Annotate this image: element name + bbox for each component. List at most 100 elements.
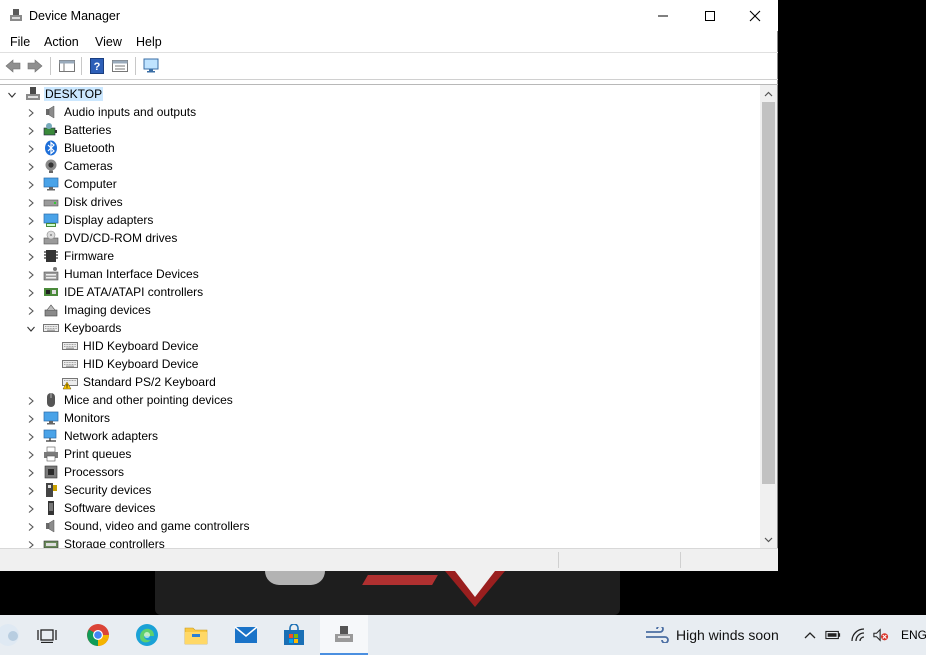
- tree-category-imaging-devices[interactable]: Imaging devices: [0, 301, 760, 319]
- chevron-right-icon[interactable]: [26, 431, 36, 441]
- tree-category-disk-drives[interactable]: Disk drives: [0, 193, 760, 211]
- title-bar[interactable]: Device Manager: [0, 0, 778, 31]
- edge-taskbar-button[interactable]: [127, 619, 167, 651]
- chevron-right-icon[interactable]: [26, 503, 36, 513]
- menu-view[interactable]: View: [95, 35, 122, 49]
- display-adapter-icon: [43, 212, 59, 228]
- tree-category-network-adapters[interactable]: Network adapters: [0, 427, 760, 445]
- chevron-right-icon[interactable]: [26, 251, 36, 261]
- properties-icon: [112, 60, 128, 72]
- task-view-button[interactable]: [27, 619, 67, 651]
- tree-item-label: Print queues: [64, 447, 132, 461]
- network-adapter-icon: [43, 428, 59, 444]
- chevron-right-icon[interactable]: [26, 305, 36, 315]
- chevron-right-icon[interactable]: [26, 179, 36, 189]
- tree-category-monitors[interactable]: Monitors: [0, 409, 760, 427]
- minimize-button[interactable]: [640, 0, 686, 31]
- chevron-right-icon[interactable]: [26, 395, 36, 405]
- tree-category-ide-ata-atapi-controllers[interactable]: IDE ATA/ATAPI controllers: [0, 283, 760, 301]
- help-button[interactable]: ?: [88, 57, 106, 75]
- chevron-right-icon[interactable]: [26, 269, 36, 279]
- menu-help[interactable]: Help: [136, 35, 162, 49]
- tree-category-computer[interactable]: Computer: [0, 175, 760, 193]
- tree-category-display-adapters[interactable]: Display adapters: [0, 211, 760, 229]
- tree-category-keyboards[interactable]: Keyboards: [0, 319, 760, 337]
- mouse-icon: [43, 392, 59, 408]
- chrome-taskbar-button[interactable]: [78, 619, 118, 651]
- chevron-down-icon[interactable]: [26, 323, 36, 333]
- scan-hardware-changes-button[interactable]: [143, 57, 161, 75]
- menu-file[interactable]: File: [10, 35, 30, 49]
- chevron-right-icon[interactable]: [26, 233, 36, 243]
- tree-category-sound-video-and-game-controllers[interactable]: Sound, video and game controllers: [0, 517, 760, 535]
- chevron-right-icon[interactable]: [26, 413, 36, 423]
- mail-taskbar-button[interactable]: [226, 619, 266, 651]
- tree-category-security-devices[interactable]: Security devices: [0, 481, 760, 499]
- keyboard-icon: [43, 320, 59, 336]
- store-bag-icon: [284, 624, 304, 645]
- network-tray-button[interactable]: [851, 627, 867, 643]
- tree-category-dvd-cd-rom-drives[interactable]: DVD/CD-ROM drives: [0, 229, 760, 247]
- chevron-right-icon[interactable]: [26, 485, 36, 495]
- tree-category-software-devices[interactable]: Software devices: [0, 499, 760, 517]
- tree-category-bluetooth[interactable]: Bluetooth: [0, 139, 760, 157]
- toolbar: ?: [0, 53, 778, 80]
- show-hidden-icons-button[interactable]: [802, 627, 818, 643]
- store-taskbar-button[interactable]: [274, 619, 314, 651]
- weather-text[interactable]: High winds soon: [676, 627, 779, 643]
- tree-device-item[interactable]: Standard PS/2 Keyboard: [0, 373, 760, 391]
- chevron-right-icon[interactable]: [26, 467, 36, 477]
- tree-root-desktop[interactable]: DESKTOP: [0, 85, 760, 103]
- tree-item-label: Bluetooth: [64, 141, 115, 155]
- chevron-right-icon[interactable]: [26, 125, 36, 135]
- tree-category-batteries[interactable]: Batteries: [0, 121, 760, 139]
- chevron-right-icon[interactable]: [26, 107, 36, 117]
- properties-button[interactable]: [111, 57, 129, 75]
- maximize-icon: [705, 10, 715, 21]
- tree-category-audio-inputs-and-outputs[interactable]: Audio inputs and outputs: [0, 103, 760, 121]
- show-hide-console-tree-button[interactable]: [58, 57, 76, 75]
- tree-category-mice-and-other-pointing-devices[interactable]: Mice and other pointing devices: [0, 391, 760, 409]
- tree-category-processors[interactable]: Processors: [0, 463, 760, 481]
- vertical-scrollbar[interactable]: [760, 85, 777, 548]
- chevron-right-icon[interactable]: [26, 143, 36, 153]
- file-explorer-taskbar-button[interactable]: [176, 619, 216, 651]
- chevron-right-icon[interactable]: [26, 161, 36, 171]
- scan-monitor-icon: [143, 58, 159, 73]
- tree-device-item[interactable]: HID Keyboard Device: [0, 355, 760, 373]
- input-language-indicator[interactable]: ENG: [901, 628, 926, 642]
- tree-category-human-interface-devices[interactable]: Human Interface Devices: [0, 265, 760, 283]
- tree-category-print-queues[interactable]: Print queues: [0, 445, 760, 463]
- chevron-right-icon[interactable]: [26, 215, 36, 225]
- start-button[interactable]: [0, 619, 28, 651]
- edge-icon: [136, 624, 158, 646]
- tree-category-storage-controllers[interactable]: Storage controllers: [0, 535, 760, 548]
- maximize-button[interactable]: [687, 0, 733, 31]
- scroll-up-button[interactable]: [760, 85, 777, 102]
- tree-item-label: IDE ATA/ATAPI controllers: [64, 285, 204, 299]
- back-button[interactable]: [4, 57, 22, 75]
- chevron-down-icon: [764, 537, 773, 542]
- chevron-right-icon[interactable]: [26, 449, 36, 459]
- tree-category-cameras[interactable]: Cameras: [0, 157, 760, 175]
- close-button[interactable]: [732, 0, 778, 31]
- menu-bar: File Action View Help: [0, 31, 778, 53]
- monitor-icon: [43, 176, 59, 192]
- status-bar: [0, 548, 778, 571]
- battery-tray-button[interactable]: [825, 627, 841, 643]
- scroll-thumb[interactable]: [762, 102, 775, 484]
- chevron-right-icon[interactable]: [26, 539, 36, 548]
- chevron-right-icon[interactable]: [26, 521, 36, 531]
- weather-widget[interactable]: [644, 627, 670, 643]
- tree-category-firmware[interactable]: Firmware: [0, 247, 760, 265]
- volume-tray-button[interactable]: [873, 627, 889, 643]
- chevron-right-icon[interactable]: [26, 197, 36, 207]
- device-manager-taskbar-button[interactable]: [320, 615, 368, 655]
- chevron-right-icon[interactable]: [26, 287, 36, 297]
- chevron-down-icon[interactable]: [7, 89, 17, 99]
- forward-button[interactable]: [26, 57, 44, 75]
- tree-device-item[interactable]: HID Keyboard Device: [0, 337, 760, 355]
- scroll-down-button[interactable]: [760, 531, 777, 548]
- menu-action[interactable]: Action: [44, 35, 79, 49]
- forward-arrow-icon: [27, 59, 43, 73]
